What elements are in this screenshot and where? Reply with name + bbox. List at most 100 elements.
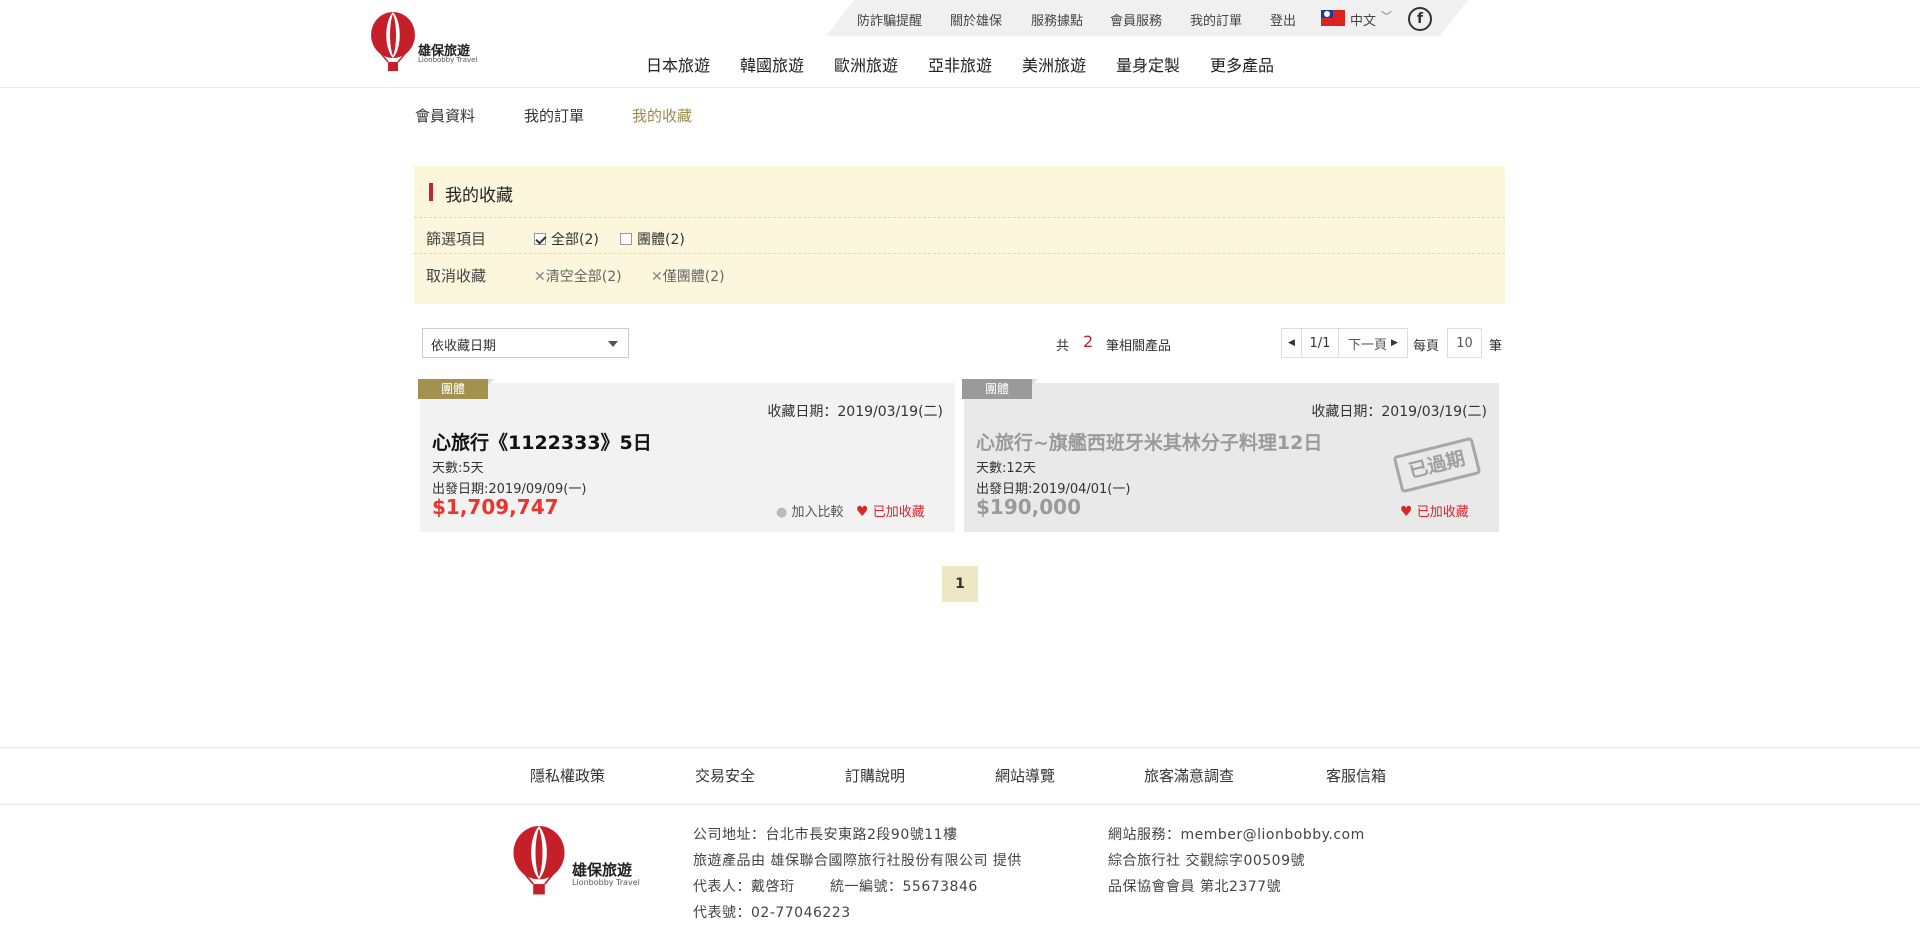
favorite-card[interactable]: 團體 收藏日期：2019/03/19(二) 心旅行~旗艦西班牙米其林分子料理12… (962, 379, 1499, 532)
footer-link-privacy[interactable]: 隱私權政策 (530, 765, 605, 786)
product-days: 天數:5天 (432, 461, 484, 476)
facebook-icon[interactable]: f (1408, 7, 1432, 31)
footer-logo: 雄保旅遊 Lionbobby Travel (510, 823, 650, 903)
title-bar-marker (429, 183, 433, 201)
filter-label: 篩選項目 (426, 230, 487, 248)
nav-americas[interactable]: 美洲旅遊 (1022, 52, 1086, 76)
group-tag: 團體 (962, 379, 1038, 399)
site-header: 雄保旅遊 Lionbobby Travel 防詐騙提醒 關於雄保 服務據點 會員… (0, 0, 1920, 88)
company-phone: 代表號：02-77046223 (693, 905, 851, 921)
divider (414, 253, 1505, 254)
per-page-input[interactable]: 10 (1447, 328, 1482, 358)
balloon-logo-icon (371, 12, 415, 71)
toplink-fraud[interactable]: 防詐騙提醒 (857, 10, 922, 29)
filter-all-label: 全部(2) (551, 232, 599, 248)
toplink-about[interactable]: 關於雄保 (950, 10, 1002, 29)
chevron-down-icon[interactable]: ﹀ (1381, 8, 1392, 24)
close-icon: ✕ (651, 269, 663, 285)
clear-group-label: 僅團體(2) (662, 269, 725, 285)
panel-title: 我的收藏 (445, 186, 513, 206)
add-compare-button[interactable]: ● 加入比較 (776, 501, 844, 520)
product-days: 天數:12天 (976, 461, 1036, 476)
toplink-member[interactable]: 會員服務 (1110, 10, 1162, 29)
page-indicator: 1/1 (1302, 328, 1338, 358)
nav-more[interactable]: 更多產品 (1210, 52, 1274, 76)
close-icon: ✕ (534, 269, 546, 285)
product-title[interactable]: 心旅行~旗艦西班牙米其林分子料理12日 (976, 428, 1322, 455)
plus-circle-icon: ● (776, 505, 788, 520)
company-provider: 旅遊產品由 雄保聯合國際旅行社股份有限公司 提供 (693, 853, 1022, 869)
triangle-right-icon: ▶ (1391, 338, 1398, 348)
heart-icon: ♥ (856, 504, 869, 520)
clear-all-label: 清空全部(2) (545, 269, 622, 285)
footer-links: 隱私權政策 交易安全 訂購說明 網站導覽 旅客滿意調查 客服信箱 (0, 747, 1920, 805)
nav-japan[interactable]: 日本旅遊 (646, 52, 710, 76)
total-prefix: 共 (1056, 339, 1070, 354)
triangle-left-icon: ◀ (1288, 338, 1295, 348)
product-title[interactable]: 心旅行《1122333》5日 (432, 428, 652, 455)
tab-my-favorites[interactable]: 我的收藏 (632, 105, 692, 126)
favorite-toggle[interactable]: ♥ 已加收藏 (1400, 501, 1469, 520)
prev-page-button[interactable]: ◀ (1281, 328, 1302, 358)
favorite-label: 已加收藏 (872, 505, 925, 520)
tab-my-orders[interactable]: 我的訂單 (524, 105, 584, 126)
filter-all-checkbox[interactable]: 全部(2) (534, 229, 599, 249)
product-price: $190,000 (976, 495, 1082, 519)
next-page-label: 下一頁 (1348, 337, 1388, 353)
favorite-date: 收藏日期：2019/03/19(二) (767, 404, 943, 420)
caret-down-icon (608, 341, 618, 347)
per-page-prefix: 每頁 (1413, 339, 1440, 354)
brand-logo[interactable]: 雄保旅遊 Lionbobby Travel (368, 12, 488, 76)
toplink-logout[interactable]: 登出 (1270, 10, 1296, 29)
company-rep: 代表人：戴啓珩 (693, 879, 795, 895)
balloon-logo-icon (513, 826, 565, 895)
company-address: 公司地址：台北市長安東路2段90號11樓 (693, 827, 958, 843)
favorite-date: 收藏日期：2019/03/19(二) (1311, 404, 1487, 420)
footer-link-survey[interactable]: 旅客滿意調查 (1144, 765, 1234, 786)
footer-brand-sub: Lionbobby Travel (572, 878, 640, 887)
page-number-button[interactable]: 1 (942, 566, 978, 602)
checkbox-icon (620, 233, 632, 245)
footer-link-contact[interactable]: 客服信箱 (1326, 765, 1386, 786)
footer-link-ordering[interactable]: 訂購說明 (845, 765, 905, 786)
total-count: 2 (1083, 332, 1094, 351)
heart-icon: ♥ (1400, 504, 1413, 520)
association-member: 品保協會會員 第北2377號 (1108, 879, 1282, 895)
nav-korea[interactable]: 韓國旅遊 (740, 52, 804, 76)
filter-group-checkbox[interactable]: 團體(2) (620, 229, 685, 249)
footer-link-sitemap[interactable]: 網站導覽 (995, 765, 1055, 786)
total-suffix: 筆相關產品 (1106, 339, 1172, 354)
toplink-orders[interactable]: 我的訂單 (1190, 10, 1242, 29)
clear-all-button[interactable]: ✕清空全部(2) (534, 266, 622, 286)
filter-group-label: 團體(2) (637, 232, 685, 248)
compare-label: 加入比較 (791, 505, 844, 520)
brand-sub: Lionbobby Travel (418, 56, 478, 64)
checkbox-checked-icon (534, 233, 546, 245)
sort-value: 依收藏日期 (431, 339, 497, 354)
language-select[interactable]: 中文 (1350, 10, 1376, 29)
nav-custom[interactable]: 量身定製 (1116, 52, 1180, 76)
sort-select[interactable]: 依收藏日期 (422, 328, 629, 358)
favorite-label: 已加收藏 (1416, 505, 1469, 520)
per-page-suffix: 筆 (1489, 339, 1503, 354)
nav-asia-africa[interactable]: 亞非旅遊 (928, 52, 992, 76)
travel-license: 綜合旅行社 交觀綜字00509號 (1108, 853, 1305, 869)
product-price: $1,709,747 (432, 495, 559, 519)
expired-stamp: 已過期 (1392, 436, 1482, 494)
next-page-button[interactable]: 下一頁 ▶ (1338, 328, 1408, 358)
group-tag: 團體 (418, 379, 494, 399)
clear-group-button[interactable]: ✕僅團體(2) (651, 266, 725, 286)
company-taxid: 統一編號：55673846 (830, 879, 978, 895)
footer-link-security[interactable]: 交易安全 (695, 765, 755, 786)
footer-brand-name: 雄保旅遊 (572, 861, 633, 879)
tab-member-info[interactable]: 會員資料 (415, 105, 475, 126)
toplink-locations[interactable]: 服務據點 (1031, 10, 1083, 29)
divider (414, 217, 1505, 218)
service-email[interactable]: 網站服務：member@lionbobby.com (1108, 824, 1365, 844)
favorite-card[interactable]: 團體 收藏日期：2019/03/19(二) 心旅行《1122333》5日 天數:… (418, 379, 955, 532)
taiwan-flag-icon (1321, 10, 1345, 26)
favorites-panel: 我的收藏 篩選項目 全部(2) 團體(2) 取消收藏 ✕清空全部(2) ✕僅團體… (414, 166, 1505, 304)
nav-europe[interactable]: 歐洲旅遊 (834, 52, 898, 76)
favorite-toggle[interactable]: ♥ 已加收藏 (856, 501, 925, 520)
cancel-label: 取消收藏 (426, 267, 487, 285)
